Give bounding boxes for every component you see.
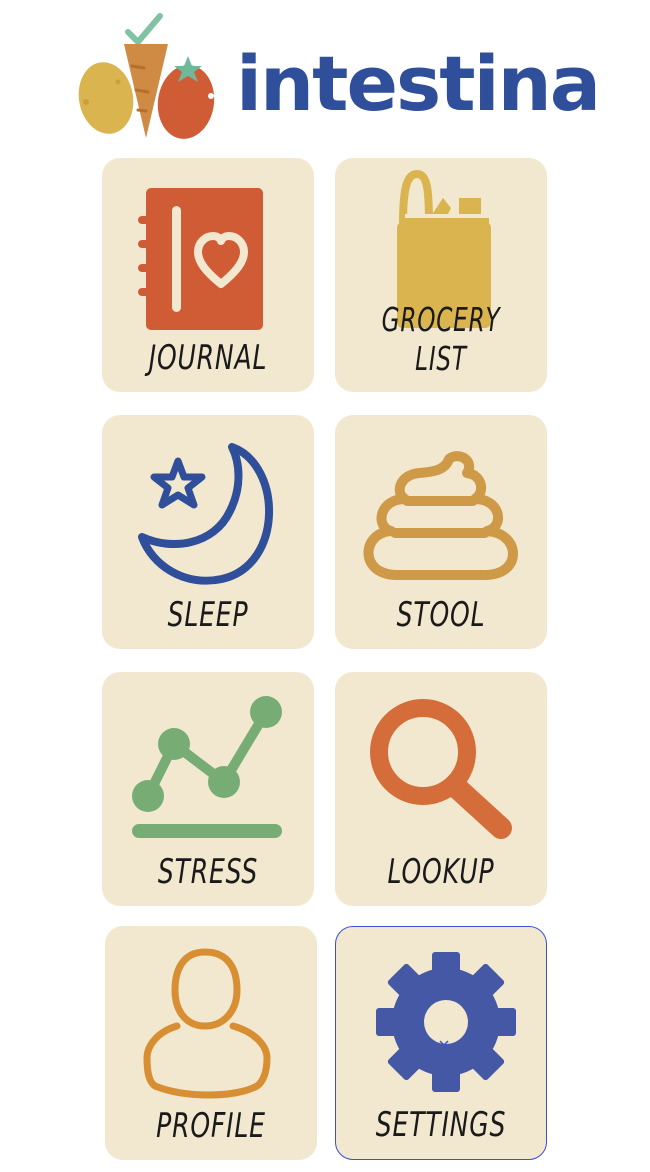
magnifier-icon bbox=[370, 699, 512, 839]
moon-star-icon bbox=[138, 443, 274, 585]
tile-label: PROFILE bbox=[156, 1106, 266, 1146]
book-heart-icon bbox=[138, 188, 263, 330]
stool-icon bbox=[363, 451, 518, 580]
tile-label: JOURNAL bbox=[148, 338, 268, 378]
trend-chart-icon bbox=[132, 696, 282, 838]
tile-lookup[interactable]: LOOKUP bbox=[335, 672, 547, 906]
tile-label: GROCERY LIST bbox=[381, 300, 501, 378]
vegetable-logo-icon bbox=[78, 13, 215, 139]
tile-profile[interactable]: PROFILE bbox=[105, 926, 317, 1160]
person-icon bbox=[143, 948, 271, 1099]
tile-stool[interactable]: STOOL bbox=[335, 415, 547, 649]
tile-label: STRESS bbox=[157, 852, 259, 892]
tile-journal[interactable]: JOURNAL bbox=[102, 158, 314, 392]
tile-settings[interactable]: SETTINGS bbox=[335, 926, 547, 1160]
app-name: intestina bbox=[236, 39, 601, 128]
tile-label: SLEEP bbox=[167, 595, 249, 635]
tile-label: STOOL bbox=[396, 595, 486, 635]
tile-label: LOOKUP bbox=[387, 852, 495, 892]
tile-label: SETTINGS bbox=[375, 1105, 507, 1145]
tile-sleep[interactable]: SLEEP bbox=[102, 415, 314, 649]
tile-grocery-list[interactable]: GROCERY LIST bbox=[335, 158, 547, 392]
app-logo: intestina bbox=[78, 10, 601, 140]
gear-icon bbox=[376, 952, 516, 1092]
tile-stress[interactable]: STRESS bbox=[102, 672, 314, 906]
